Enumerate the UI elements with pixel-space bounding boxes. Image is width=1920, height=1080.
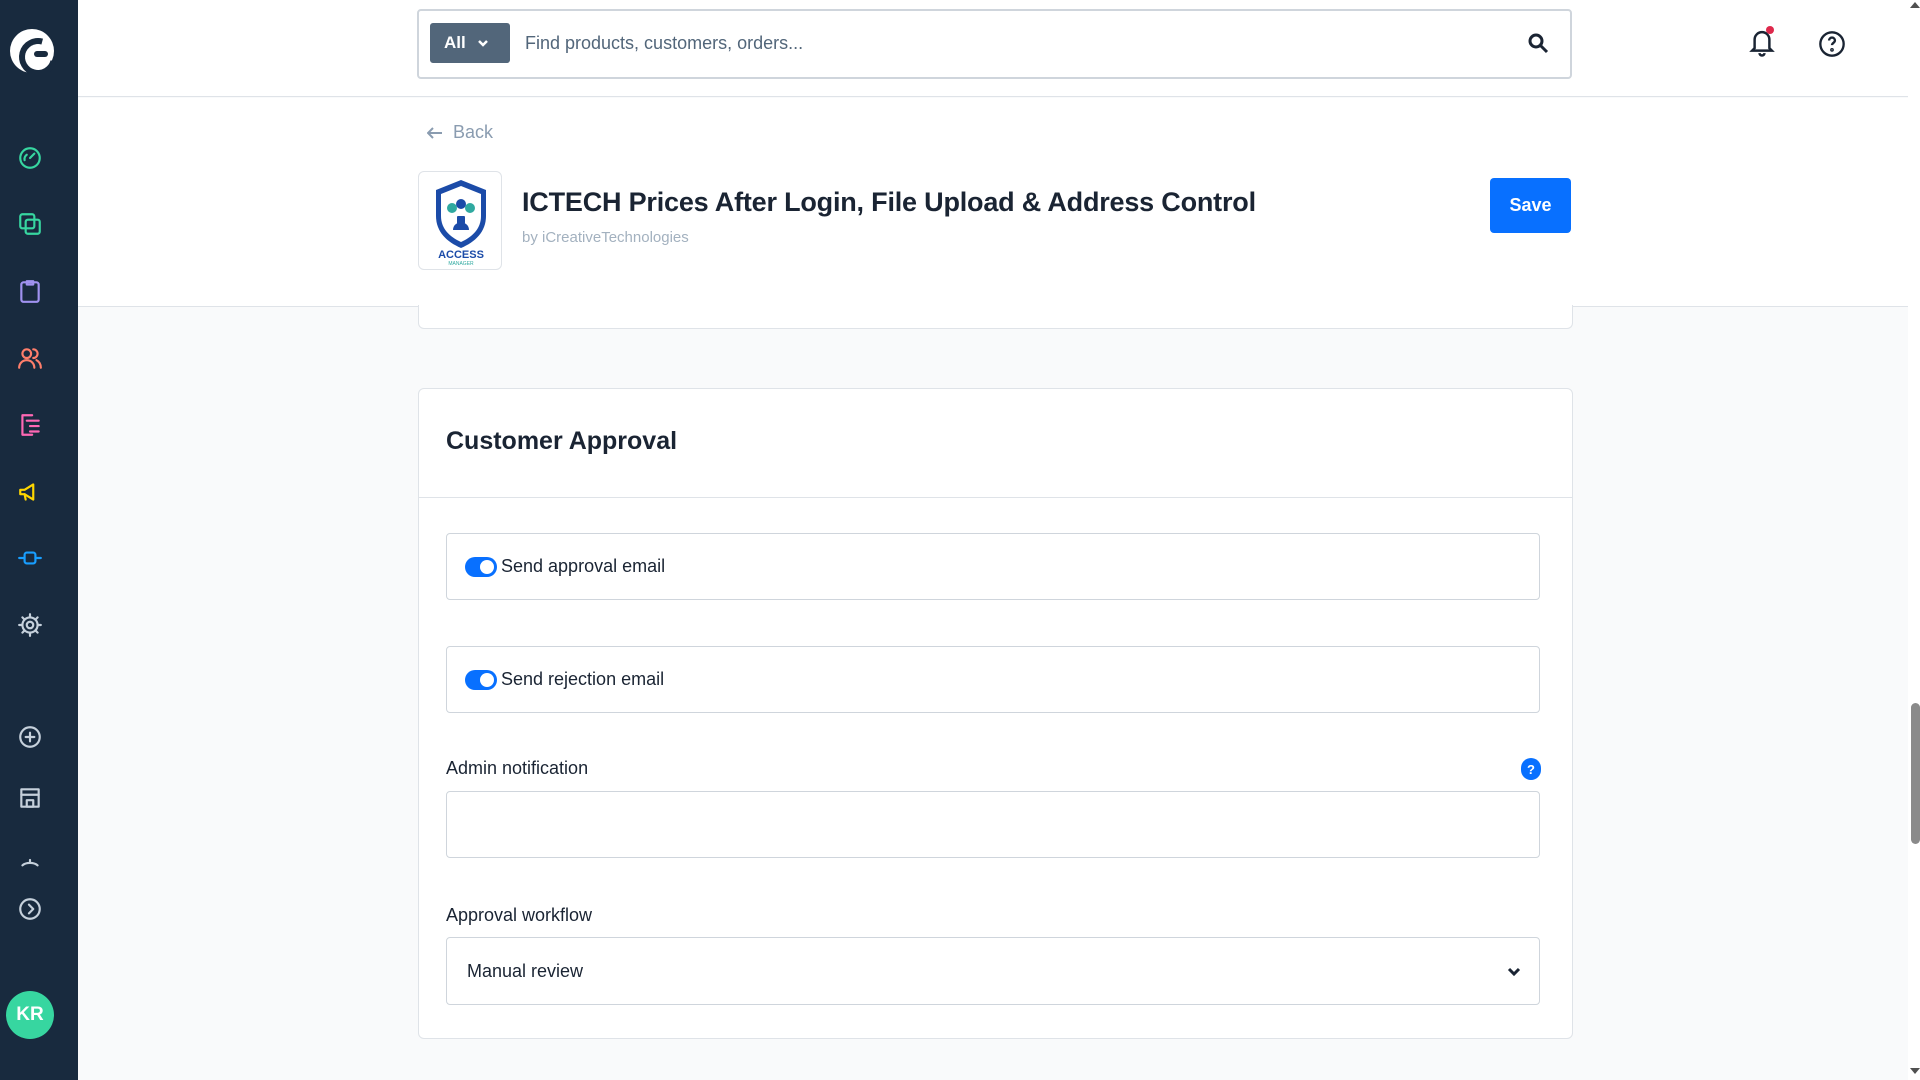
global-search: All bbox=[417, 9, 1572, 79]
send-rejection-email-toggle[interactable] bbox=[465, 669, 497, 690]
notification-dot bbox=[1766, 26, 1774, 34]
expand-sidebar-icon[interactable] bbox=[15, 894, 45, 924]
send-rejection-email-label: Send rejection email bbox=[501, 669, 665, 689]
sales-channel-store-icon[interactable] bbox=[15, 783, 45, 813]
chevron-down-icon bbox=[1507, 967, 1521, 977]
content-icon[interactable] bbox=[15, 410, 45, 440]
approval-workflow-label: Approval workflow bbox=[446, 905, 593, 925]
help-icon[interactable] bbox=[1818, 30, 1846, 58]
extension-logo: ACCESS MANAGER bbox=[418, 171, 502, 270]
send-rejection-email-row: Send rejection email bbox=[446, 646, 1540, 713]
marketing-icon[interactable] bbox=[15, 477, 45, 507]
extensions-icon[interactable] bbox=[15, 543, 45, 573]
card-header: Customer Approval bbox=[419, 389, 1572, 498]
svg-text:ACCESS: ACCESS bbox=[438, 249, 484, 261]
back-link[interactable]: Back bbox=[427, 122, 493, 143]
send-approval-email-row: Send approval email bbox=[446, 533, 1540, 600]
top-bar: All bbox=[78, 0, 1908, 97]
settings-icon[interactable] bbox=[15, 610, 45, 640]
vendor-prefix: by bbox=[522, 229, 538, 246]
extension-header: Back ACCESS MANAGER ICTECH Prices After … bbox=[78, 98, 1908, 307]
arrow-left-icon bbox=[427, 126, 442, 139]
search-icon[interactable] bbox=[1526, 31, 1552, 57]
search-input[interactable] bbox=[525, 23, 1505, 63]
collapsed-item-icon[interactable] bbox=[15, 846, 45, 876]
scroll-up-arrow-icon[interactable] bbox=[1910, 2, 1920, 8]
previous-card-edge bbox=[418, 305, 1573, 329]
extension-vendor: by iCreativeTechnologies bbox=[522, 229, 689, 246]
orders-icon[interactable] bbox=[15, 276, 45, 306]
vendor-name[interactable]: iCreativeTechnologies bbox=[542, 229, 689, 246]
customer-approval-card: Customer Approval Send approval email Se… bbox=[418, 388, 1573, 1039]
extension-title: ICTECH Prices After Login, File Upload &… bbox=[522, 187, 1256, 217]
save-button[interactable]: Save bbox=[1490, 178, 1571, 233]
scrollbar-thumb[interactable] bbox=[1911, 703, 1920, 844]
catalogues-icon[interactable] bbox=[15, 209, 45, 239]
search-scope-label: All bbox=[444, 33, 466, 52]
customers-icon[interactable] bbox=[15, 343, 45, 373]
access-manager-shield-icon: ACCESS MANAGER bbox=[436, 180, 486, 266]
user-avatar[interactable]: KR bbox=[6, 991, 54, 1039]
chevron-down-icon bbox=[477, 40, 488, 47]
admin-notification-field[interactable] bbox=[446, 791, 1540, 858]
dashboard-icon[interactable] bbox=[15, 143, 45, 173]
card-title: Customer Approval bbox=[446, 427, 678, 455]
back-label: Back bbox=[453, 122, 494, 142]
approval-workflow-value: Manual review bbox=[467, 960, 584, 981]
approval-workflow-select[interactable]: Manual review bbox=[446, 937, 1540, 1005]
admin-notification-label: Admin notification bbox=[446, 758, 589, 778]
page-scrollbar[interactable] bbox=[1908, 0, 1920, 1080]
notifications-bell-icon[interactable] bbox=[1747, 26, 1777, 60]
send-approval-email-label: Send approval email bbox=[501, 556, 666, 576]
scroll-down-arrow-icon[interactable] bbox=[1910, 1068, 1920, 1074]
admin-notification-help-icon[interactable]: ? bbox=[1521, 758, 1541, 780]
shopware-logo-icon[interactable] bbox=[10, 29, 54, 73]
admin-sidebar: KR bbox=[0, 0, 78, 1080]
add-circle-icon[interactable] bbox=[15, 722, 45, 752]
send-approval-email-toggle[interactable] bbox=[465, 556, 497, 577]
svg-text:MANAGER: MANAGER bbox=[448, 261, 474, 266]
search-scope-dropdown[interactable]: All bbox=[430, 23, 510, 63]
